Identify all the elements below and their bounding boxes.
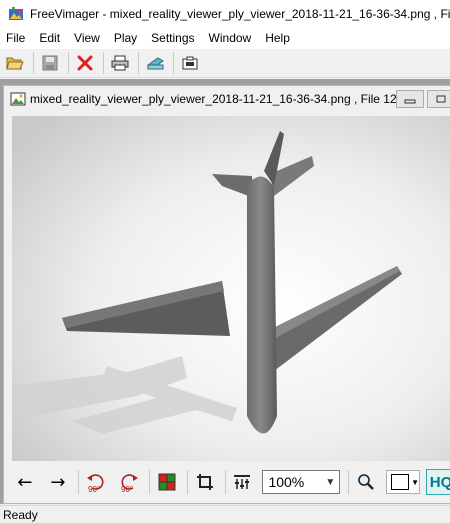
child-window-controls: [396, 90, 450, 108]
next-button[interactable]: →: [45, 469, 71, 495]
status-bar: Ready: [0, 505, 450, 523]
chevron-down-icon: ▼: [325, 476, 336, 488]
hq-toggle-button[interactable]: HQ: [426, 469, 450, 495]
hq-label: HQ: [429, 473, 450, 491]
zoom-tool-button[interactable]: [353, 469, 379, 495]
previous-button[interactable]: ←: [12, 469, 38, 495]
scan-button[interactable]: [143, 51, 167, 75]
zoom-level-value: 100%: [268, 474, 305, 490]
open-folder-icon: [6, 57, 24, 70]
main-toolbar: [0, 49, 450, 78]
menu-window[interactable]: Window: [202, 27, 259, 49]
toolbar-separator: [186, 470, 188, 494]
toolbar-separator: [77, 470, 79, 494]
screen-capture-button[interactable]: [178, 51, 202, 75]
rotate-cw-button[interactable]: 90°: [116, 469, 142, 495]
menu-view[interactable]: View: [67, 27, 107, 49]
toolbar-separator: [348, 470, 350, 494]
mdi-client-area: mixed_reality_viewer_ply_viewer_2018-11-…: [0, 79, 450, 504]
rotate-cw-icon: 90°: [121, 474, 138, 494]
image-document-icon: [10, 92, 26, 106]
sliders-icon: [234, 475, 251, 489]
image-viewport[interactable]: [12, 116, 450, 461]
minimize-button[interactable]: [396, 90, 424, 108]
print-button[interactable]: [108, 51, 132, 75]
toolbar-separator: [148, 470, 150, 494]
minimize-icon: [404, 99, 416, 104]
freevimager-app-icon: [9, 6, 23, 20]
crop-icon: [196, 474, 213, 490]
camera-icon: [182, 56, 198, 70]
adjust-levels-button[interactable]: [230, 469, 256, 495]
color-channels-icon: [158, 473, 176, 491]
menu-help[interactable]: Help: [258, 27, 297, 49]
rotate-cw-label: 90°: [121, 485, 133, 494]
save-disk-icon: [42, 55, 58, 71]
save-button[interactable]: [38, 51, 62, 75]
menu-settings[interactable]: Settings: [144, 27, 201, 49]
rotate-ccw-icon: 90°: [86, 474, 104, 494]
status-text: Ready: [3, 508, 38, 522]
toolbar-separator: [103, 52, 104, 74]
menu-edit[interactable]: Edit: [32, 27, 67, 49]
child-window-title: mixed_reality_viewer_ply_viewer_2018-11-…: [30, 92, 407, 106]
window-title: FreeVimager - mixed_reality_viewer_ply_v…: [30, 6, 450, 21]
restore-button[interactable]: [427, 90, 450, 108]
arrow-right-icon: →: [50, 471, 66, 493]
open-button[interactable]: [3, 51, 27, 75]
color-channels-button[interactable]: [154, 469, 180, 495]
rotate-ccw-label: 90°: [88, 485, 100, 494]
app-window: FreeVimager - mixed_reality_viewer_ply_v…: [0, 0, 450, 523]
menu-bar: File Edit View Play Settings Window Help: [0, 27, 450, 49]
magnifier-icon: [358, 474, 375, 490]
toolbar-separator: [33, 52, 34, 74]
toolbar-separator: [68, 52, 69, 74]
toolbar-separator: [173, 52, 174, 74]
arrow-left-icon: ←: [17, 471, 33, 493]
crop-button[interactable]: [192, 469, 218, 495]
printer-icon: [111, 55, 129, 71]
child-title-bar[interactable]: mixed_reality_viewer_ply_viewer_2018-11-…: [4, 86, 450, 112]
color-swatch: [391, 474, 410, 490]
zoom-level-dropdown[interactable]: 100% ▼: [262, 470, 341, 494]
delete-button[interactable]: [73, 51, 97, 75]
restore-icon: [436, 95, 446, 103]
background-color-button[interactable]: ▼: [386, 470, 421, 494]
menu-file[interactable]: File: [0, 27, 32, 49]
dropdown-arrow-icon: ▼: [411, 477, 420, 487]
rotate-ccw-button[interactable]: 90°: [83, 469, 109, 495]
scanner-icon: [147, 57, 164, 70]
delete-x-icon: [77, 55, 93, 71]
toolbar-separator: [224, 470, 226, 494]
airplane-image: [12, 116, 450, 461]
menu-play[interactable]: Play: [107, 27, 144, 49]
viewer-toolbar: ← → 90° 90° 100% ▼ ▼ HQ: [12, 464, 450, 500]
toolbar-separator: [138, 52, 139, 74]
image-child-window: mixed_reality_viewer_ply_viewer_2018-11-…: [3, 85, 450, 504]
title-bar[interactable]: FreeVimager - mixed_reality_viewer_ply_v…: [0, 0, 450, 27]
